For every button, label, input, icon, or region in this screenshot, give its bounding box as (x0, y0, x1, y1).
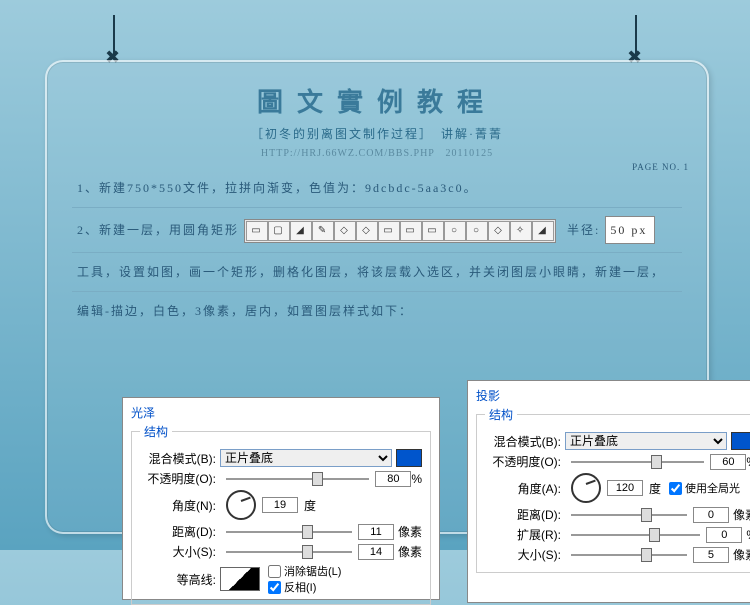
tool-icon[interactable]: ○ (444, 221, 466, 241)
contour-picker[interactable] (220, 567, 260, 591)
step-2c: 编辑-描边，白色，3像素，居内，如置图层样式如下： (77, 300, 677, 322)
antialias-check[interactable] (268, 565, 281, 578)
tool-icon[interactable]: ◇ (356, 221, 378, 241)
opacity-slider[interactable] (571, 461, 704, 463)
shadow-title: 投影 (476, 387, 750, 404)
step-1: 1、新建750*550文件，拉拼向渐变，色值为：9dcbdc-5aa3c0。 (77, 177, 677, 199)
opacity-value[interactable]: 60 (710, 454, 746, 470)
tool-icon[interactable]: ✧ (510, 221, 532, 241)
step-2b: 工具，设置如图，画一个矩形，删格化图层，将该层载入选区，并关闭图层小眼睛，新建一… (77, 261, 677, 283)
divider (72, 291, 682, 292)
dist-label: 距离(D): (140, 523, 216, 540)
tool-icon[interactable]: ◇ (488, 221, 510, 241)
tool-icon[interactable]: ◢ (290, 221, 312, 241)
divider (72, 207, 682, 208)
tool-icon[interactable]: ▢ (268, 221, 290, 241)
spread-value[interactable]: 0 (706, 527, 742, 543)
tool-icon[interactable]: ▭ (246, 221, 268, 241)
opacity-label: 不透明度(O): (140, 470, 216, 487)
angle-dial[interactable] (571, 473, 601, 503)
tool-icon[interactable]: ▭ (378, 221, 400, 241)
dist-value[interactable]: 0 (693, 507, 729, 523)
tool-icon[interactable]: ▭ (400, 221, 422, 241)
dist-slider[interactable] (226, 531, 352, 533)
angle-dial[interactable] (226, 490, 256, 520)
blend-label: 混合模式(B): (140, 450, 216, 467)
tool-icon[interactable]: ▭ (422, 221, 444, 241)
tool-icon[interactable]: ◢ (532, 221, 554, 241)
size-label: 大小(S): (485, 546, 561, 563)
angle-label: 角度(A): (485, 480, 561, 497)
source-url: HTTP://HRJ.66WZ.COM/BBS.PHP 20110125 (47, 144, 707, 159)
color-swatch[interactable] (396, 449, 422, 467)
divider (72, 252, 682, 253)
satin-group: 结构 混合模式(B):正片叠底 不透明度(O):80% 角度(N):19度 距离… (131, 423, 431, 605)
ribbon-right (622, 15, 650, 65)
step-2a: 2、新建一层，用圆角矩形 (77, 223, 239, 237)
satin-title: 光泽 (131, 404, 431, 421)
dist-label: 距离(D): (485, 506, 561, 523)
opacity-value[interactable]: 80 (375, 471, 411, 487)
shadow-group: 结构 混合模式(B):正片叠底 不透明度(O):60% 角度(A):120度使用… (476, 406, 750, 573)
size-value[interactable]: 14 (358, 544, 394, 560)
angle-value[interactable]: 120 (607, 480, 643, 496)
color-swatch[interactable] (731, 432, 750, 450)
size-slider[interactable] (571, 554, 687, 556)
satin-legend: 结构 (140, 423, 172, 440)
shape-toolbar[interactable]: ▭▢◢✎◇◇▭▭▭○○◇✧◢ (244, 219, 556, 243)
subtitle: ［初冬的别离图文制作过程］ 讲解·菁菁 (47, 125, 707, 142)
tool-icon[interactable]: ✎ (312, 221, 334, 241)
ribbon-left (100, 15, 128, 65)
radius-label: 半径: (567, 223, 600, 237)
tool-icon[interactable]: ○ (466, 221, 488, 241)
opacity-label: 不透明度(O): (485, 453, 561, 470)
spread-label: 扩展(R): (485, 526, 561, 543)
shadow-legend: 结构 (485, 406, 517, 423)
main-panel: 圖文實例教程 ［初冬的别离图文制作过程］ 讲解·菁菁 HTTP://HRJ.66… (45, 60, 709, 534)
blend-select[interactable]: 正片叠底 (220, 449, 392, 467)
contour-label: 等高线: (140, 571, 216, 588)
size-value[interactable]: 5 (693, 547, 729, 563)
invert-check[interactable] (268, 581, 281, 594)
dist-value[interactable]: 11 (358, 524, 394, 540)
opacity-slider[interactable] (226, 478, 369, 480)
radius-input[interactable]: 50 px (605, 216, 655, 244)
size-slider[interactable] (226, 551, 352, 553)
dist-slider[interactable] (571, 514, 687, 516)
shadow-dialog: 投影 结构 混合模式(B):正片叠底 不透明度(O):60% 角度(A):120… (467, 380, 750, 603)
angle-label: 角度(N): (140, 497, 216, 514)
tool-icon[interactable]: ◇ (334, 221, 356, 241)
spread-slider[interactable] (571, 534, 700, 536)
global-check[interactable] (669, 482, 682, 495)
blend-label: 混合模式(B): (485, 433, 561, 450)
satin-dialog: 光泽 结构 混合模式(B):正片叠底 不透明度(O):80% 角度(N):19度… (122, 397, 440, 600)
step-2-row: 2、新建一层，用圆角矩形 ▭▢◢✎◇◇▭▭▭○○◇✧◢ 半径: 50 px (77, 216, 677, 244)
blend-select[interactable]: 正片叠底 (565, 432, 727, 450)
page-number: PAGE NO. 1 (632, 162, 689, 172)
size-label: 大小(S): (140, 543, 216, 560)
page-title: 圖文實例教程 (47, 82, 707, 119)
angle-value[interactable]: 19 (262, 497, 298, 513)
